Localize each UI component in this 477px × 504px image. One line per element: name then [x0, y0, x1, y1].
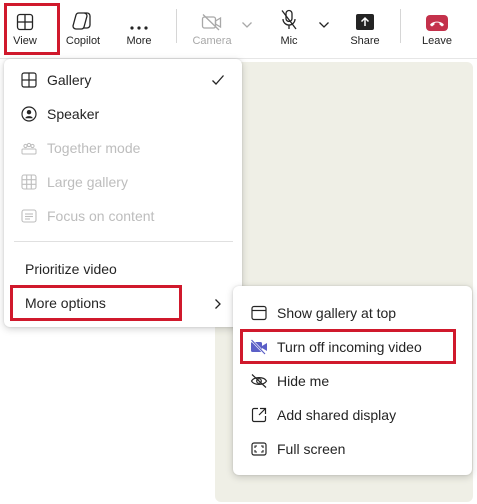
- view-menu: Gallery Speaker Together mode Large gall…: [4, 59, 242, 327]
- large-gallery-icon: [20, 173, 38, 191]
- together-mode-icon: [20, 139, 38, 157]
- menu-item-hide-me[interactable]: Hide me: [233, 364, 472, 398]
- speaker-icon: [20, 105, 38, 123]
- toolbar-separator: [176, 9, 177, 43]
- menu-item-show-gallery-at-top[interactable]: Show gallery at top: [233, 296, 472, 330]
- leave-icon-wrap: [426, 0, 448, 34]
- menu-item-label: Focus on content: [47, 208, 155, 224]
- camera-button[interactable]: Camera: [190, 0, 234, 58]
- eye-off-icon: [250, 372, 268, 390]
- menu-divider: [14, 241, 233, 242]
- menu-item-label: Add shared display: [277, 407, 397, 423]
- menu-item-label: Turn off incoming video: [277, 339, 422, 355]
- menu-item-label: Full screen: [277, 441, 346, 457]
- menu-item-label: Show gallery at top: [277, 305, 397, 321]
- menu-item-turn-off-incoming-video[interactable]: Turn off incoming video: [233, 330, 472, 364]
- more-label: More: [126, 35, 152, 47]
- menu-item-label: Prioritize video: [25, 261, 117, 277]
- menu-item-together-mode: Together mode: [4, 131, 242, 165]
- copilot-button[interactable]: Copilot: [60, 0, 106, 58]
- camera-options-chevron-icon[interactable]: [241, 16, 253, 34]
- gallery-icon: [20, 71, 38, 89]
- menu-item-prioritize-video[interactable]: Prioritize video: [4, 252, 242, 286]
- menu-item-label: Speaker: [47, 106, 100, 122]
- leave-label: Leave: [422, 35, 452, 47]
- copilot-label: Copilot: [65, 35, 101, 47]
- mic-off-icon: [280, 0, 298, 34]
- leave-button[interactable]: Leave: [418, 0, 456, 58]
- mic-label: Mic: [280, 35, 298, 47]
- menu-item-label: More options: [25, 295, 106, 311]
- share-screen-icon: [355, 0, 375, 34]
- menu-item-more-options[interactable]: More options: [4, 286, 242, 320]
- menu-item-label: Hide me: [277, 373, 330, 389]
- menu-item-add-shared-display[interactable]: Add shared display: [233, 398, 472, 432]
- menu-item-label: Gallery: [47, 72, 92, 88]
- menu-item-label: Large gallery: [47, 174, 128, 190]
- gallery-top-icon: [250, 304, 268, 322]
- menu-item-label: Together mode: [47, 140, 141, 156]
- copilot-icon: [72, 0, 94, 34]
- meeting-toolbar: View Copilot More Camera Mic Share Leave: [0, 0, 477, 59]
- mic-button[interactable]: Mic: [272, 0, 306, 58]
- focus-content-icon: [20, 207, 38, 225]
- toolbar-separator: [400, 9, 401, 43]
- video-off-icon: [250, 338, 268, 356]
- hang-up-icon: [426, 15, 448, 31]
- more-horizontal-icon: [129, 0, 149, 34]
- more-button[interactable]: More: [118, 0, 160, 58]
- camera-label: Camera: [192, 35, 232, 47]
- full-screen-icon: [250, 440, 268, 458]
- menu-item-gallery[interactable]: Gallery: [4, 63, 242, 97]
- menu-item-focus-on-content: Focus on content: [4, 199, 242, 233]
- view-grid-icon: [16, 0, 34, 34]
- share-label: Share: [350, 35, 380, 47]
- view-label: View: [13, 35, 37, 47]
- chevron-right-icon: [214, 297, 222, 313]
- menu-item-full-screen[interactable]: Full screen: [233, 432, 472, 466]
- more-options-menu: Show gallery at top Turn off incoming vi…: [233, 286, 472, 475]
- checkmark-icon: [211, 73, 225, 89]
- menu-item-large-gallery: Large gallery: [4, 165, 242, 199]
- view-button[interactable]: View: [4, 0, 46, 58]
- mic-options-chevron-icon[interactable]: [318, 16, 330, 34]
- shared-display-icon: [250, 406, 268, 424]
- share-button[interactable]: Share: [345, 0, 385, 58]
- camera-off-icon: [201, 0, 223, 34]
- menu-item-speaker[interactable]: Speaker: [4, 97, 242, 131]
